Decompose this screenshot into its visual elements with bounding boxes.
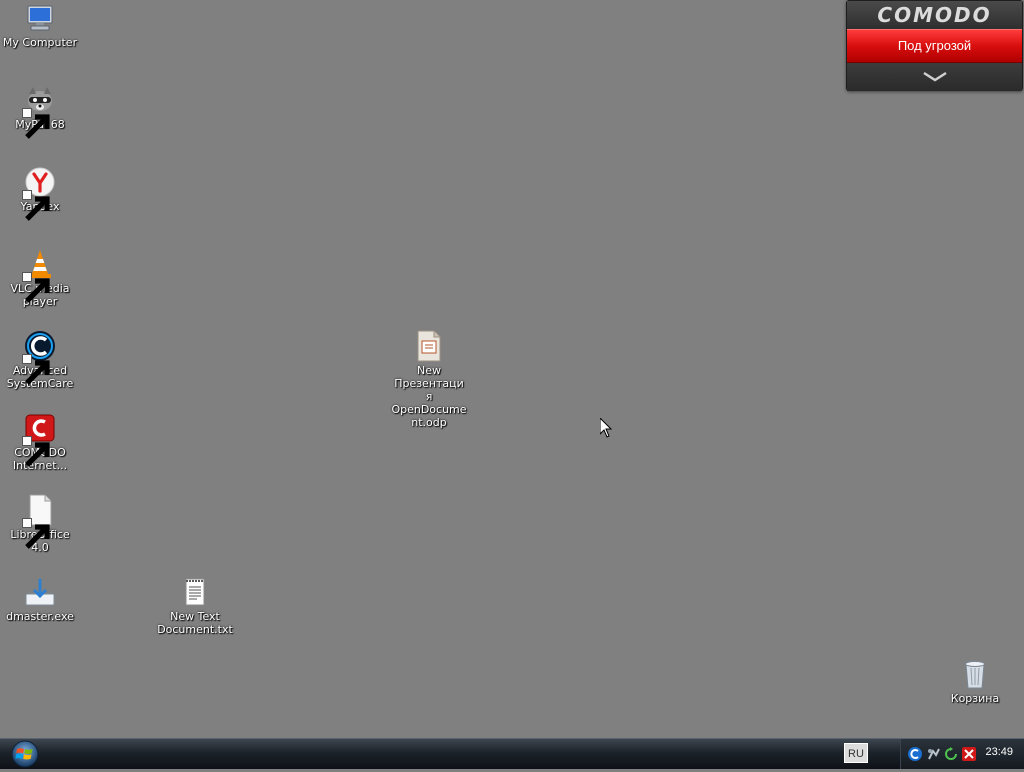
desktop-icon-comodo[interactable]: COMODO Internet... — [0, 412, 80, 472]
close-red-icon[interactable] — [961, 746, 977, 762]
start-button[interactable] — [6, 740, 44, 768]
system-tray: 23:49 — [900, 739, 1024, 769]
desktop-icon-libreoffice[interactable]: LibreOffice 4.0 — [0, 494, 80, 554]
download-tray-icon — [24, 576, 56, 608]
comodo-icon — [22, 412, 56, 467]
desktop-icon-vlc[interactable]: VLC media player — [0, 248, 80, 308]
comodo-expand-button[interactable] — [847, 63, 1022, 91]
shortcut-arrow-icon — [22, 190, 50, 221]
language-indicator[interactable]: RU — [844, 743, 868, 763]
shortcut-arrow-icon — [22, 272, 50, 303]
shortcut-arrow-icon — [22, 436, 50, 467]
desktop-icon-mypal[interactable]: MyPal 68 — [0, 84, 80, 139]
desktop-icon-my-computer[interactable]: My Computer — [0, 2, 80, 49]
shortcut-arrow-icon — [22, 518, 50, 549]
comodo-brand: COMODO — [847, 1, 1022, 29]
windows-logo-icon — [11, 740, 39, 768]
desktop-icon-label: New Презентация OpenDocument.odp — [391, 364, 467, 429]
vlc-cone-icon — [22, 248, 56, 303]
raccoon-icon — [22, 84, 56, 139]
taskbar: RU 23:49 — [0, 738, 1024, 769]
clock[interactable]: 23:49 — [985, 746, 1013, 758]
network-icon[interactable] — [926, 746, 942, 762]
recycle-bin-icon — [959, 658, 991, 690]
libreoffice-document-icon — [22, 494, 56, 549]
desktop-icon-new-text-document[interactable]: New Text Document.txt — [155, 576, 235, 636]
desktop-icon-new-presentation[interactable]: New Презентация OpenDocument.odp — [389, 330, 469, 429]
shortcut-arrow-icon — [22, 354, 50, 385]
comodo-icon[interactable] — [907, 746, 923, 762]
desktop-icon-label: New Text Document.txt — [157, 610, 233, 636]
desktop: My Computer MyPal 68 Yandex VLC media pl… — [0, 0, 1024, 738]
computer-icon — [24, 2, 56, 34]
desktop-icon-yandex[interactable]: Yandex — [0, 166, 80, 221]
yandex-icon — [22, 166, 56, 221]
comodo-status-button[interactable]: Под угрозой — [847, 29, 1022, 63]
mouse-cursor-icon — [600, 418, 612, 438]
desktop-icon-dmaster[interactable]: dmaster.exe — [0, 576, 80, 623]
desktop-icon-label: dmaster.exe — [6, 610, 74, 623]
desktop-icon-label: My Computer — [2, 36, 78, 49]
desktop-icon-advanced-systemcare[interactable]: Advanced SystemCare — [0, 330, 80, 390]
shortcut-arrow-icon — [22, 108, 50, 139]
refresh-icon[interactable] — [943, 746, 959, 762]
desktop-icon-recycle-bin[interactable]: Корзина — [935, 658, 1015, 705]
text-document-icon — [179, 576, 211, 608]
presentation-document-icon — [413, 330, 445, 362]
desktop-icon-label: Корзина — [950, 692, 1000, 705]
comodo-widget[interactable]: COMODO Под угрозой — [846, 0, 1023, 91]
systemcare-icon — [22, 330, 56, 385]
chevron-down-icon — [922, 71, 947, 82]
